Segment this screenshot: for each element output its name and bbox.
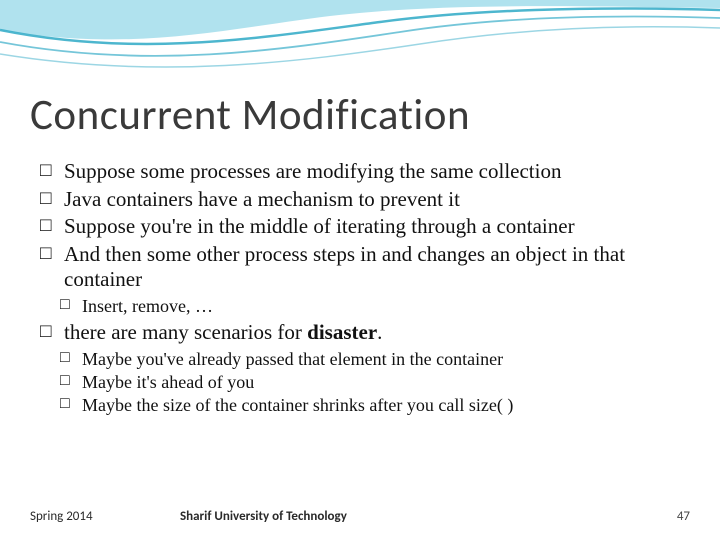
sub-bullet-list: Maybe you've already passed that element… xyxy=(30,348,690,417)
bullet-item: Java containers have a mechanism to prev… xyxy=(40,187,690,213)
sub-bullet-item: Maybe it's ahead of you xyxy=(60,371,690,394)
header-swoosh xyxy=(0,0,720,90)
bullet-item: Suppose you're in the middle of iteratin… xyxy=(40,214,690,240)
bullet-item: there are many scenarios for disaster. xyxy=(40,320,690,346)
slide-footer: Spring 2014 Sharif University of Technol… xyxy=(0,509,720,524)
bullet-item: And then some other process steps in and… xyxy=(40,242,690,293)
text: there are many scenarios for xyxy=(64,320,307,344)
bullet-list: Suppose some processes are modifying the… xyxy=(30,159,690,293)
footer-institution: Sharif University of Technology xyxy=(180,509,347,524)
bullet-item: Suppose some processes are modifying the… xyxy=(40,159,690,185)
bullet-list: there are many scenarios for disaster. xyxy=(30,320,690,346)
sub-bullet-item: Maybe the size of the container shrinks … xyxy=(60,394,690,417)
sub-bullet-item: Maybe you've already passed that element… xyxy=(60,348,690,371)
footer-term: Spring 2014 xyxy=(30,509,180,524)
text: . xyxy=(377,320,382,344)
sub-bullet-item: Insert, remove, … xyxy=(60,295,690,318)
sub-bullet-list: Insert, remove, … xyxy=(30,295,690,318)
slide-content: Concurrent Modification Suppose some pro… xyxy=(30,88,690,419)
emphasis: disaster xyxy=(307,320,377,344)
slide-number: 47 xyxy=(677,509,690,524)
slide-title: Concurrent Modification xyxy=(30,88,690,141)
